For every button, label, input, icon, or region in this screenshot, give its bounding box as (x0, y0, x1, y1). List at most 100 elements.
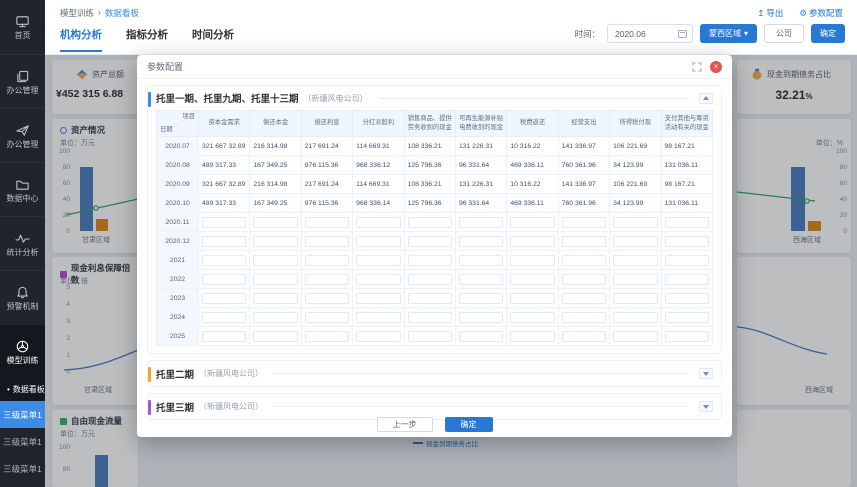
table-cell-input[interactable] (510, 216, 555, 228)
table-cell-input[interactable] (561, 292, 607, 304)
expand-button[interactable] (699, 368, 713, 379)
table-cell[interactable]: 125 796.36 (403, 155, 456, 175)
table-cell-input[interactable] (407, 254, 452, 266)
table-cell-input[interactable] (407, 330, 452, 342)
table-cell[interactable]: 10 316.22 (506, 136, 559, 156)
table-cell[interactable]: 106 221.69 (609, 136, 662, 156)
table-cell[interactable]: 131 036.11 (660, 155, 714, 175)
table-cell-input[interactable] (458, 330, 504, 342)
fullscreen-icon[interactable] (692, 61, 702, 72)
export-link[interactable]: ↥ 导出 (757, 7, 783, 19)
table-cell-input[interactable] (253, 254, 298, 266)
tab-1[interactable]: 指标分析 (126, 27, 168, 52)
table-cell-input[interactable] (613, 254, 658, 266)
table-cell[interactable]: 469 336.11 (506, 193, 559, 213)
time-input[interactable]: 2020.06 (606, 24, 693, 43)
table-cell[interactable]: 469 336.11 (506, 155, 559, 175)
tab-2[interactable]: 时间分析 (192, 27, 234, 52)
table-cell-input[interactable] (356, 330, 401, 342)
table-cell-input[interactable] (613, 216, 658, 228)
table-cell-input[interactable] (664, 273, 709, 285)
table-cell[interactable]: 141 336.97 (557, 136, 611, 156)
breadcrumb-parent[interactable]: 模型训练 (60, 7, 94, 19)
table-cell-input[interactable] (613, 330, 658, 342)
modal-confirm-button[interactable]: 确定 (444, 417, 493, 432)
table-cell[interactable]: 976 115.36 (300, 193, 354, 213)
table-cell[interactable]: 321 667 32.89 (197, 136, 251, 156)
table-cell[interactable]: 96 331.64 (454, 155, 508, 175)
table-cell-input[interactable] (613, 273, 658, 285)
table-cell-input[interactable] (356, 292, 401, 304)
table-cell-input[interactable] (561, 330, 607, 342)
table-cell-input[interactable] (356, 216, 401, 228)
table-cell-input[interactable] (407, 292, 452, 304)
table-cell[interactable]: 108 336.21 (403, 136, 456, 156)
table-cell[interactable]: 34 123.99 (609, 155, 662, 175)
table-cell-input[interactable] (304, 292, 350, 304)
collapse-button[interactable] (699, 92, 713, 104)
sidebar-third-item-1[interactable]: 三级菜单1 (0, 428, 45, 455)
close-icon[interactable]: × (710, 60, 722, 73)
table-cell-input[interactable] (458, 292, 504, 304)
table-cell[interactable]: 489 317.33 (197, 193, 251, 213)
sidebar-third-item-0[interactable]: 三级菜单1 (0, 401, 45, 428)
table-cell-input[interactable] (202, 273, 247, 285)
table-cell[interactable]: 216 314.98 (249, 136, 302, 156)
table-cell-input[interactable] (510, 311, 555, 323)
table-cell[interactable]: 489 317.33 (197, 155, 251, 175)
region-dropdown[interactable]: 蒙西区域 ▾ (699, 24, 757, 43)
table-cell-input[interactable] (407, 216, 452, 228)
table-cell-input[interactable] (510, 235, 555, 247)
company-button[interactable]: 公司 (764, 24, 804, 43)
table-cell-input[interactable] (356, 235, 401, 247)
expand-button[interactable] (699, 401, 713, 412)
table-cell[interactable]: 96 331.64 (454, 193, 508, 213)
table-cell[interactable]: 968 336.12 (352, 155, 405, 175)
table-cell[interactable]: 98 167.21 (660, 136, 714, 156)
table-cell-input[interactable] (561, 254, 607, 266)
table-cell[interactable]: 141 336.97 (557, 174, 611, 194)
table-cell-input[interactable] (458, 273, 504, 285)
sidebar-item-2[interactable]: 办公管理 (0, 108, 45, 162)
table-cell-input[interactable] (407, 311, 452, 323)
table-cell-input[interactable] (664, 254, 709, 266)
sidebar-item-1[interactable]: 办公管理 (0, 54, 45, 108)
table-cell-input[interactable] (458, 235, 504, 247)
table-cell-input[interactable] (253, 216, 298, 228)
table-cell-input[interactable] (510, 330, 555, 342)
previous-step-button[interactable]: 上一步 (376, 417, 433, 432)
table-cell-input[interactable] (304, 216, 350, 228)
table-cell-input[interactable] (356, 273, 401, 285)
table-cell[interactable]: 217 691.24 (300, 174, 354, 194)
table-cell-input[interactable] (407, 235, 452, 247)
table-cell-input[interactable] (253, 235, 298, 247)
table-cell[interactable]: 98 167.21 (660, 174, 714, 194)
sidebar-item-4[interactable]: 统计分析 (0, 216, 45, 270)
table-cell[interactable]: 976 115.36 (300, 155, 354, 175)
table-cell-input[interactable] (664, 311, 709, 323)
table-cell-input[interactable] (561, 216, 607, 228)
table-cell-input[interactable] (561, 235, 607, 247)
table-cell-input[interactable] (356, 311, 401, 323)
table-cell[interactable]: 34 123.99 (609, 193, 662, 213)
table-cell-input[interactable] (458, 311, 504, 323)
sidebar-item-5[interactable]: 预警机制 (0, 270, 45, 324)
table-cell-input[interactable] (510, 254, 555, 266)
table-cell-input[interactable] (356, 254, 401, 266)
table-cell[interactable]: 167 349.25 (249, 193, 302, 213)
sidebar-item-0[interactable]: 首页 (0, 0, 45, 54)
table-cell-input[interactable] (613, 235, 658, 247)
table-cell-input[interactable] (510, 292, 555, 304)
table-cell-input[interactable] (458, 254, 504, 266)
table-cell-input[interactable] (304, 254, 350, 266)
table-cell[interactable]: 217 691.24 (300, 136, 354, 156)
table-cell-input[interactable] (202, 216, 247, 228)
table-cell-input[interactable] (304, 273, 350, 285)
table-cell-input[interactable] (304, 235, 350, 247)
table-cell[interactable]: 108 336.21 (403, 174, 456, 194)
table-cell-input[interactable] (664, 235, 709, 247)
table-cell[interactable]: 10 316.22 (506, 174, 559, 194)
table-cell[interactable]: 167 349.25 (249, 155, 302, 175)
table-cell[interactable]: 131 226.31 (454, 136, 508, 156)
table-cell-input[interactable] (202, 330, 247, 342)
